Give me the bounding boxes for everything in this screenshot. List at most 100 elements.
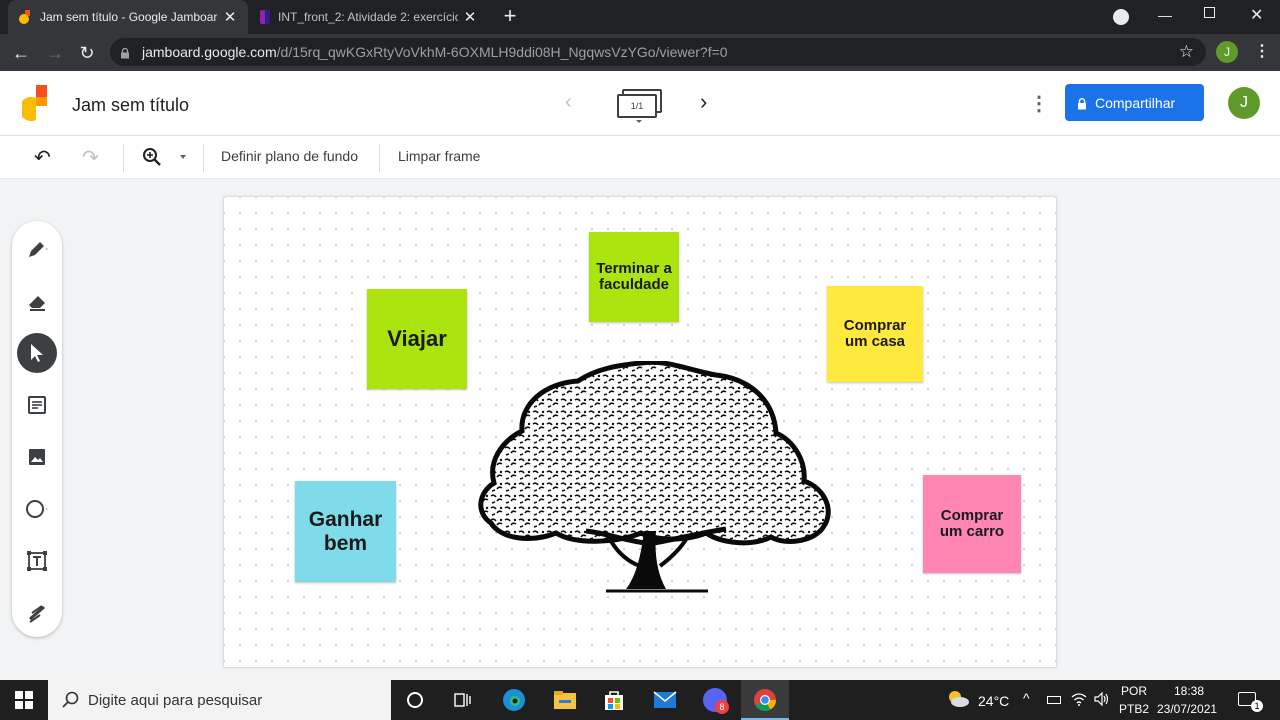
mail-icon[interactable] [649, 684, 681, 716]
sticky-note[interactable]: Ganhar bem [295, 481, 396, 582]
shape-tool[interactable] [17, 489, 57, 529]
zoom-icon[interactable] [141, 146, 163, 168]
wifi-icon[interactable] [1071, 692, 1087, 711]
zoom-dropdown-icon[interactable] [180, 155, 186, 159]
edge-icon[interactable] [498, 684, 530, 716]
select-tool[interactable] [17, 333, 57, 373]
browser-toolbar: ← → ↻ jamboard.google.com/d/15rq_qwKGxRt… [0, 34, 1280, 71]
minimize-button[interactable]: — [1158, 7, 1172, 23]
text-box-tool[interactable] [17, 541, 57, 581]
windows-taskbar: Digite aqui para pesquisar 8 24°C ^ POR … [0, 680, 1280, 720]
tab-int-front[interactable]: INT_front_2: Atividade 2: exercício ✕ [250, 0, 488, 34]
reload-icon[interactable]: ↻ [74, 40, 100, 66]
sticky-note-tool[interactable] [17, 385, 57, 425]
search-placeholder: Digite aqui para pesquisar [88, 691, 263, 709]
text-box-icon [27, 551, 47, 571]
tree-drawing[interactable] [476, 361, 836, 596]
chevron-down-icon [636, 120, 642, 123]
browser-menu-icon[interactable]: ⋮ [1254, 41, 1270, 61]
tab-jamboard[interactable]: Jam sem título - Google Jamboard ✕ [8, 0, 248, 34]
show-hidden-icons-icon[interactable]: ^ [1023, 690, 1030, 706]
sticky-note[interactable]: Comprar um casa [827, 286, 923, 382]
sticky-note-text: Ganhar bem [308, 508, 383, 555]
toolbar-divider [203, 144, 204, 172]
image-tool[interactable] [17, 437, 57, 477]
profile-avatar[interactable]: J [1216, 41, 1238, 63]
weather-cloud-icon[interactable] [946, 689, 970, 714]
browser-tab-strip: Jam sem título - Google Jamboard ✕ INT_f… [0, 0, 1280, 34]
eraser-tool[interactable] [17, 281, 57, 321]
toolbar-divider [379, 144, 380, 172]
cortana-icon[interactable] [399, 684, 431, 716]
sticky-note-text: Viajar [387, 325, 447, 351]
sticky-note-text: Terminar a faculdade [596, 259, 672, 293]
previous-frame-icon[interactable]: ‹ [565, 91, 572, 114]
clear-frame-button[interactable]: Limpar frame [398, 148, 480, 164]
bookmark-star-icon[interactable]: ☆ [1179, 42, 1194, 62]
address-bar[interactable]: jamboard.google.com/d/15rq_qwKGxRtyVoVkh… [110, 38, 1206, 66]
taskbar-search-box[interactable]: Digite aqui para pesquisar [48, 680, 391, 720]
laser-tool[interactable] [17, 593, 57, 633]
jamboard-favicon-icon [18, 10, 32, 24]
sticky-note-text: Comprar um carro [939, 506, 1005, 540]
circle-icon [26, 500, 48, 518]
eraser-icon [29, 296, 45, 311]
clock-time[interactable]: 18:38 [1174, 684, 1204, 698]
restore-button[interactable] [1204, 7, 1215, 18]
notification-badge: 8 [715, 700, 729, 714]
close-window-button[interactable]: ✕ [1250, 5, 1263, 25]
editor-toolbar: ↶ ↷ Definir plano de fundo Limpar frame [0, 136, 1280, 179]
laser-icon [29, 605, 45, 623]
search-icon [62, 691, 80, 713]
sticky-note-text: Comprar um casa [843, 316, 907, 350]
sticky-note[interactable]: Viajar [367, 289, 467, 389]
chrome-taskbar-button[interactable] [741, 680, 789, 720]
url-host: jamboard.google.com [142, 44, 277, 60]
store-icon[interactable] [598, 684, 630, 716]
back-arrow-icon[interactable]: ← [8, 40, 34, 66]
cursor-arrow-icon [31, 344, 43, 362]
clock-date[interactable]: 23/07/2021 [1157, 702, 1217, 716]
frame-indicator: 1/1 [617, 94, 657, 118]
redo-icon[interactable]: ↷ [82, 145, 99, 170]
forward-arrow-icon[interactable]: → [42, 40, 68, 66]
image-icon [29, 449, 45, 465]
frame-bar-button[interactable]: 1/1 [617, 89, 663, 123]
app-header: Jam sem título ‹ 1/1 › ⋮ Compartilhar J [0, 71, 1280, 136]
course-favicon-icon [260, 10, 270, 24]
jam-canvas[interactable]: Viajar Terminar a faculdade Comprar um c… [224, 197, 1056, 667]
pen-tool[interactable] [17, 229, 57, 269]
tab-title: Jam sem título - Google Jamboard [40, 10, 218, 24]
set-background-button[interactable]: Definir plano de fundo [221, 148, 358, 164]
url-path: /d/15rq_qwKGxRtyVoVkhM-6OXMLH9ddi08H_Ngq… [276, 44, 728, 60]
battery-icon[interactable] [1047, 696, 1061, 704]
tool-rail [12, 221, 62, 637]
weather-temperature[interactable]: 24°C [978, 693, 1009, 709]
sticky-note[interactable]: Terminar a faculdade [589, 232, 679, 322]
input-language[interactable]: POR [1121, 684, 1147, 698]
file-explorer-icon[interactable] [549, 684, 581, 716]
discord-icon[interactable]: 8 [699, 684, 731, 716]
share-label: Compartilhar [1095, 94, 1176, 111]
close-tab-icon[interactable]: ✕ [462, 8, 478, 26]
undo-icon[interactable]: ↶ [34, 145, 51, 170]
more-options-icon[interactable]: ⋮ [1029, 91, 1049, 116]
jamboard-logo-icon [19, 85, 50, 121]
close-tab-icon[interactable]: ✕ [222, 8, 238, 26]
account-avatar[interactable]: J [1228, 87, 1260, 119]
task-view-icon[interactable] [447, 684, 479, 716]
sticky-note-icon [28, 396, 46, 414]
new-tab-button[interactable]: + [498, 4, 522, 28]
pen-icon [29, 242, 48, 257]
tab-title: INT_front_2: Atividade 2: exercício [278, 10, 458, 24]
keyboard-layout[interactable]: PTB2 [1119, 702, 1149, 716]
chrome-icon [754, 689, 776, 711]
lock-icon [120, 46, 130, 59]
jam-title[interactable]: Jam sem título [72, 95, 189, 116]
share-button[interactable]: Compartilhar [1065, 84, 1204, 121]
next-frame-icon[interactable]: › [700, 89, 707, 115]
volume-icon[interactable] [1094, 691, 1110, 711]
sticky-note[interactable]: Comprar um carro [923, 475, 1021, 573]
windows-start-icon[interactable] [8, 684, 40, 716]
tab-search-icon[interactable] [1113, 9, 1129, 25]
